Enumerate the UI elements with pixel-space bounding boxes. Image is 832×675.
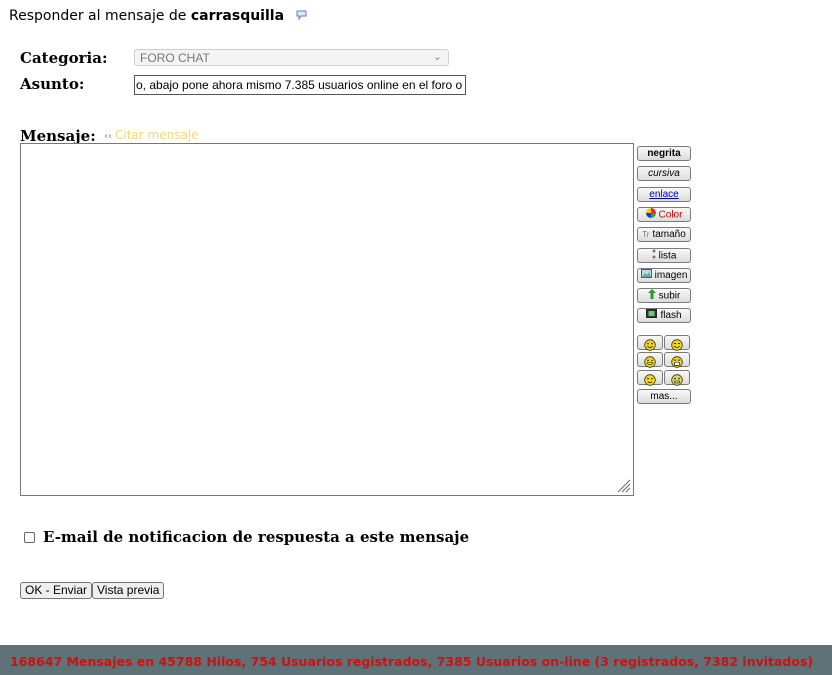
submit-button[interactable]: OK - Enviar (20, 582, 93, 599)
reply-header: Responder al mensaje de carrasquilla (9, 8, 307, 24)
upload-button[interactable]: subir (637, 288, 691, 303)
speech-bubble-icon (296, 8, 307, 24)
flash-label: flash (660, 310, 682, 322)
grin-icon[interactable] (664, 335, 690, 351)
quote-message-link[interactable]: ‹‹ Citar mensaje (104, 128, 199, 142)
notification-label: E-mail de notificacion de respuesta a es… (43, 528, 470, 546)
bold-button[interactable]: negrita (637, 146, 691, 161)
size-button[interactable]: Tr tamaño (637, 227, 691, 242)
color-button[interactable]: Color (637, 207, 691, 222)
font-size-icon: Tr (642, 230, 650, 239)
smile-icon[interactable] (637, 335, 663, 351)
reply-header-prefix: Responder al mensaje de (9, 8, 187, 24)
reply-username: carrasquilla (190, 8, 285, 24)
notification-checkbox[interactable] (24, 531, 35, 543)
link-button[interactable]: enlace (637, 187, 691, 202)
preview-button[interactable]: Vista previa (92, 582, 165, 599)
quote-icon: ‹‹ (104, 131, 112, 142)
list-button[interactable]: lista (637, 248, 691, 263)
resize-handle-icon[interactable] (615, 477, 631, 493)
image-button[interactable]: imagen (637, 268, 691, 283)
image-label: imagen (654, 270, 688, 282)
color-label: Color (658, 209, 683, 221)
laugh-icon[interactable] (664, 352, 690, 368)
subject-label: Asunto: (20, 75, 85, 93)
more-smileys-button[interactable]: mas... (637, 389, 691, 404)
image-icon (640, 269, 652, 282)
forum-stats: 168647 Mensajes en 45788 Hilos, 754 Usua… (10, 654, 814, 669)
category-value: FORO CHAT (140, 51, 210, 65)
upload-label: subir (658, 290, 681, 302)
silly-icon[interactable] (664, 370, 690, 386)
flash-button[interactable]: flash (637, 308, 691, 323)
color-wheel-icon (645, 208, 656, 221)
list-icon (652, 249, 656, 262)
list-label: lista (658, 250, 677, 262)
category-select[interactable]: FORO CHAT ⌄ (134, 49, 449, 66)
size-label: tamaño (652, 229, 686, 241)
message-textarea[interactable] (20, 143, 634, 496)
flash-film-icon (646, 309, 658, 322)
subject-input[interactable]: o, abajo pone ahora mismo 7.385 usuarios… (134, 75, 466, 95)
category-label: Categoria: (20, 49, 108, 67)
happy-icon[interactable] (637, 352, 663, 368)
chevron-down-icon: ⌄ (432, 51, 442, 63)
italic-button[interactable]: cursiva (637, 166, 691, 181)
upload-arrow-icon (647, 289, 656, 302)
notification-row: E-mail de notificacion de respuesta a es… (24, 528, 469, 546)
stats-footer: 168647 Mensajes en 45788 Hilos, 754 Usua… (0, 645, 832, 675)
quote-link-text: Citar mensaje (115, 128, 199, 142)
neutral-icon[interactable] (637, 370, 663, 386)
